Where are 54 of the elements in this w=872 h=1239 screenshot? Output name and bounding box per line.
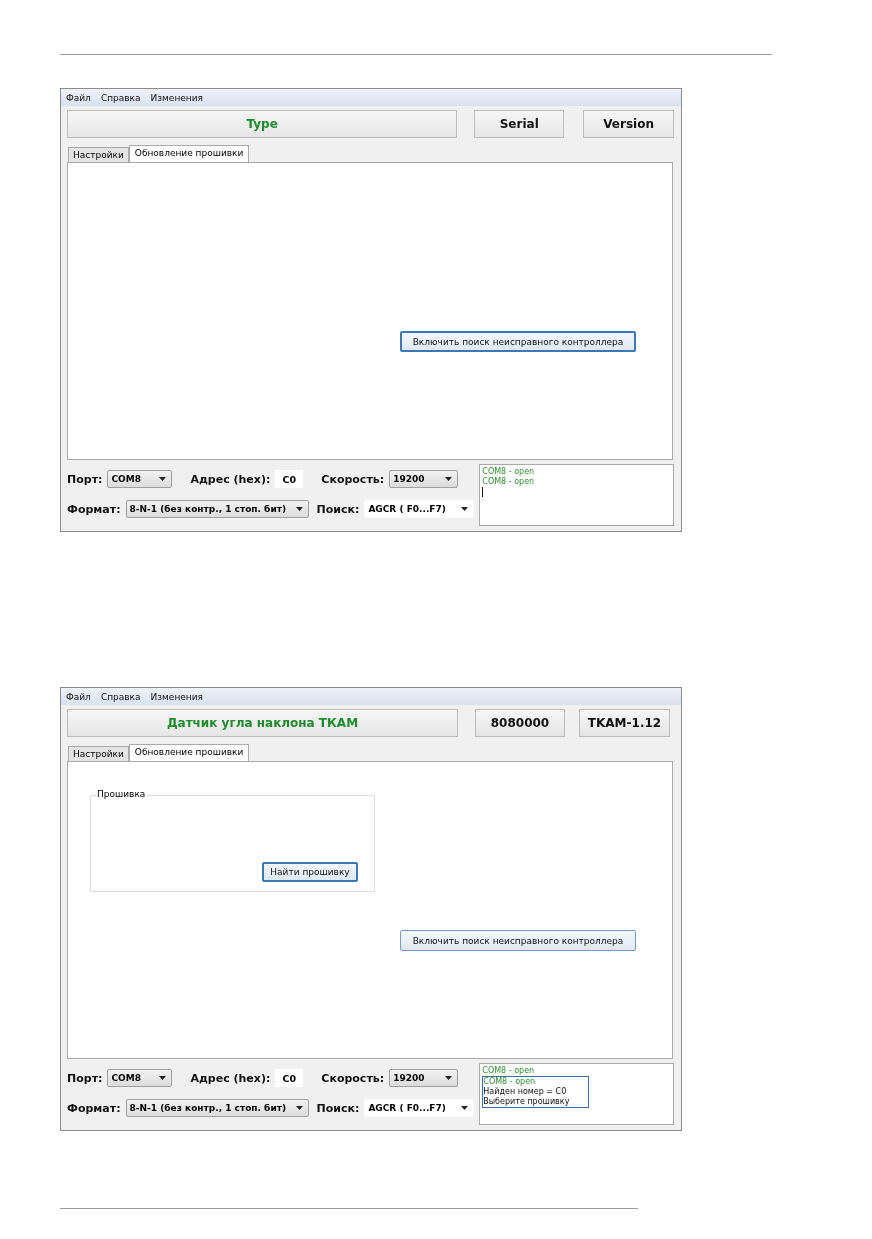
dropdown[interactable]: 19200 [389,1069,459,1087]
field-label: Скорость: [321,472,385,486]
find-firmware-button[interactable]: Найти прошивку [262,862,358,882]
log-line: Найден номер = C0 [483,1087,568,1097]
menu-item[interactable]: Изменения [150,691,203,702]
menu-item[interactable]: Файл [66,691,91,702]
field-label: Поиск: [316,1101,360,1115]
caret-icon [159,1076,167,1080]
log-line: COM8 - open [482,1066,535,1076]
dropdown[interactable]: 8-N-1 (без контр., 1 стоп. бит) [125,500,309,518]
device-type-display: Датчик угла наклона ТКАМ [67,709,458,737]
menu-item[interactable]: Справка [100,691,141,702]
serial-display: Serial [474,110,565,138]
search-controller-button[interactable]: Включить поиск неисправного контроллера [400,331,636,352]
caret-icon [295,507,303,511]
address-input[interactable]: C0 [275,470,304,488]
dropdown[interactable]: 19200 [389,470,459,488]
device-type-display: Type [67,110,458,138]
menu-item[interactable]: Справка [100,92,141,103]
dropdown[interactable]: COM8 [107,1069,173,1087]
caret-icon [445,1076,453,1080]
log-line: Выберите прошивку [483,1097,571,1107]
menu-item[interactable]: Изменения [150,92,203,103]
serial-display: 8080000 [475,709,565,737]
field-label: Формат: [67,502,121,516]
caret-icon [461,1106,469,1110]
log-line: COM8 - open [483,1077,537,1087]
tab[interactable]: Настройки [68,147,129,162]
dropdown[interactable]: AGCR ( F0...F7) [364,500,475,518]
field-label: Формат: [67,1101,121,1115]
field-label: Порт: [67,1071,103,1085]
tab[interactable]: Обновление прошивки [128,744,250,761]
version-display: TKAM-1.12 [579,709,670,737]
group-title: Прошивка [96,789,147,799]
field-label: Адрес (hex): [190,472,271,486]
field-label: Адрес (hex): [190,1071,271,1085]
log-line: COM8 - open [482,477,535,487]
field-label: Скорость: [321,1071,385,1085]
caret-icon [445,477,453,481]
address-input[interactable]: C0 [275,1069,304,1087]
menu-item[interactable]: Файл [66,92,91,103]
field-label: Поиск: [316,502,360,516]
tab[interactable]: Обновление прошивки [128,145,250,162]
dropdown[interactable]: COM8 [107,470,173,488]
tab[interactable]: Настройки [68,746,129,761]
field-label: Порт: [67,472,103,486]
log-line: COM8 - open [482,467,535,477]
dropdown[interactable]: AGCR ( F0...F7) [364,1099,475,1117]
caret-icon [461,507,469,511]
search-controller-button[interactable]: Включить поиск неисправного контроллера [400,930,636,951]
dropdown[interactable]: 8-N-1 (без контр., 1 стоп. бит) [125,1099,309,1117]
version-display: Version [583,110,674,138]
caret-icon [159,477,167,481]
caret-icon [295,1106,303,1110]
